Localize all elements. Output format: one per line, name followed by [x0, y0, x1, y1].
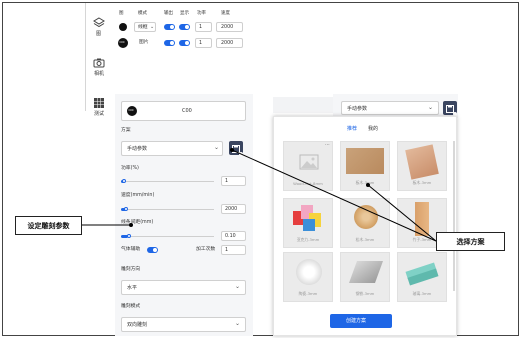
screenshot-root: 图 相机 测试 图 模式 输出 显示 功率 速度 线框 ⌄ 1 2000 C00…: [0, 0, 521, 338]
leader-dot-right-1: [230, 148, 234, 152]
annotation-lines: [82, 148, 437, 242]
leader-dot-left: [129, 223, 133, 227]
leader-line-right-1: [231, 149, 437, 242]
callout-select-scheme-text: 选择方案: [456, 237, 485, 246]
leader-line-right-2: [367, 184, 437, 242]
callout-select-scheme: 选择方案: [436, 232, 505, 251]
leader-dot-right-2: [366, 183, 370, 187]
callout-set-params-text: 设定雕刻参数: [27, 221, 70, 230]
callout-set-params: 设定雕刻参数: [15, 216, 82, 235]
